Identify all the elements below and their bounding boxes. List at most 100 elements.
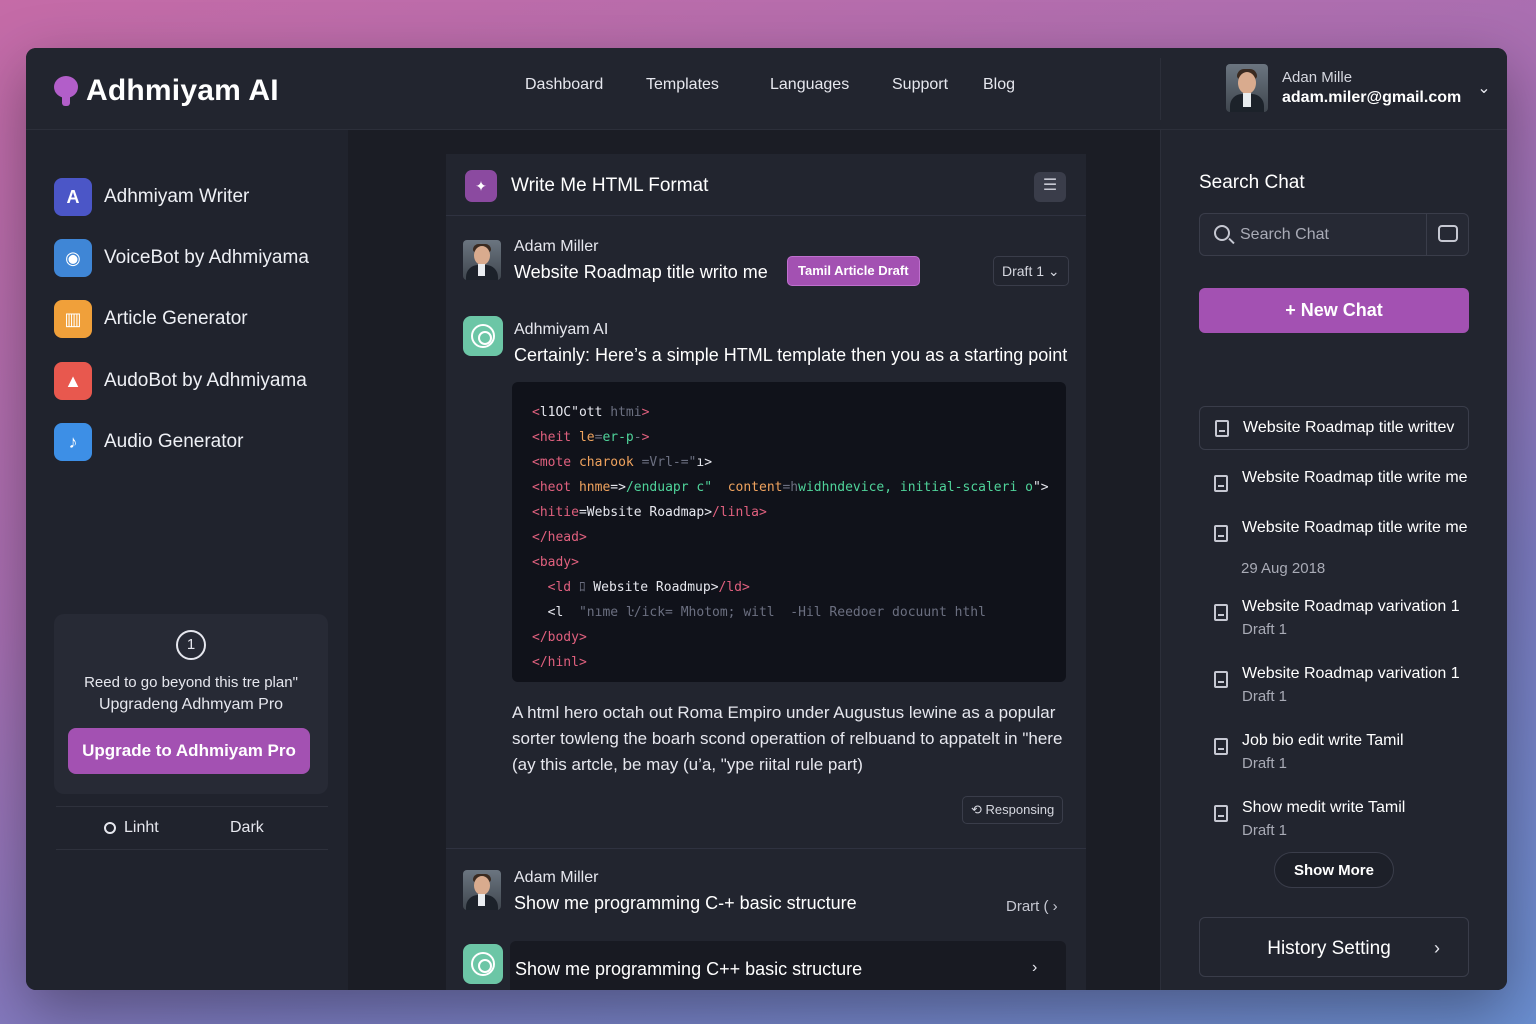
- divider: [446, 848, 1086, 849]
- tool-label: Article Generator: [104, 308, 248, 329]
- history-item[interactable]: Job bio edit write Tamil Draft 1: [1199, 732, 1469, 778]
- code-line: <bady>: [532, 550, 1046, 575]
- draft-selector[interactable]: Drart ( ›: [1006, 898, 1058, 915]
- theme-dark-option[interactable]: Dark: [230, 819, 264, 837]
- code-token: ﾛ: [578, 580, 594, 595]
- user-info: Adan Mille adam.miler@gmail.com: [1282, 69, 1461, 107]
- right-sidebar: Search Chat + New Chat Website Roadmap t…: [1160, 130, 1507, 990]
- code-token: =>: [610, 480, 626, 495]
- tool-voicebot[interactable]: ◉ VoiceBot by Adhmiyama: [54, 239, 309, 277]
- message-text: Website Roadmap title writo me: [514, 262, 768, 282]
- nav-templates[interactable]: Templates: [646, 76, 719, 94]
- tool-article-generator[interactable]: ▥ Article Generator: [54, 300, 248, 338]
- draft-tag[interactable]: Tamil Article Draft: [787, 256, 920, 286]
- tool-label: VoiceBot by Adhmiyama: [104, 247, 309, 268]
- code-token: -: [633, 430, 642, 445]
- history-item[interactable]: Website Roadmap title writtev: [1199, 406, 1469, 450]
- code-line: <l "nıme ŀ/ick= Mhotom; witl -Hil Reedoe…: [532, 600, 1046, 625]
- upgrade-text-line2: Upgradeng Adhmyam Pro: [98, 696, 284, 713]
- chat-bubble-icon[interactable]: [1438, 225, 1458, 242]
- history-item[interactable]: Website Roadmap varivation 1 Draft 1: [1199, 598, 1469, 644]
- user-avatar: [1226, 64, 1268, 112]
- history-subtitle: Draft 1: [1242, 621, 1288, 638]
- brand-name: Adhmiyam AI: [86, 74, 279, 107]
- suggested-prompt[interactable]: Show me programming C++ basic structure …: [510, 941, 1066, 990]
- history-item[interactable]: Show medit write Tamil Draft 1: [1199, 799, 1469, 845]
- message-author: Adam Miller: [514, 869, 599, 886]
- tool-audobot[interactable]: ▲ AudoBot by Adhmiyama: [54, 362, 307, 400]
- tool-label: AudoBot by Adhmiyama: [104, 370, 307, 391]
- code-block[interactable]: <l1OC"ott htmi> <heit le=er-p-> <mote char…: [512, 382, 1066, 682]
- code-line: <hitie=Website Roadmap>/linla>: [532, 500, 1046, 525]
- nav-support[interactable]: Support: [892, 76, 948, 94]
- code-token: content: [727, 480, 783, 495]
- history-setting-button[interactable]: History Setting ›: [1199, 917, 1469, 977]
- sun-icon: [104, 822, 116, 834]
- nav-languages[interactable]: Languages: [770, 76, 849, 94]
- history-item[interactable]: Website Roadmap varivation 1 Draft 1: [1199, 665, 1469, 711]
- nav-blog[interactable]: Blog: [983, 76, 1015, 94]
- show-more-button[interactable]: Show More: [1274, 852, 1394, 888]
- code-token: =Vrl-=": [641, 455, 697, 470]
- topbar-divider: [1160, 58, 1161, 120]
- upgrade-button[interactable]: Upgrade to Adhmiyam Pro: [68, 728, 310, 774]
- code-token: <bady>: [532, 555, 579, 570]
- brand-logo[interactable]: Adhmiyam AI: [54, 74, 279, 108]
- suggested-prompt-text: Show me programming C++ basic structure: [515, 959, 863, 979]
- chevron-right-icon: ›: [1434, 938, 1440, 958]
- code-line: <l1OC"ott htmi>: [532, 400, 1046, 425]
- regenerate-icon: ⟲: [971, 802, 986, 817]
- code-token: <l: [532, 605, 579, 620]
- code-token: er-p: [602, 430, 634, 445]
- history-title: Website Roadmap title writtev: [1243, 419, 1455, 436]
- response-paragraph: A html hero octah out Roma Empiro under …: [512, 703, 1063, 774]
- history-title: Website Roadmap title write me: [1242, 469, 1468, 486]
- draft-selector[interactable]: Draft 1 ⌄: [993, 256, 1069, 286]
- app-window: Adhmiyam AI Dashboard Templates Language…: [26, 48, 1507, 990]
- code-token: =Website Roadmap>: [578, 505, 713, 520]
- tool-audio-generator[interactable]: ♪ Audio Generator: [54, 423, 243, 461]
- code-token: <: [532, 405, 540, 420]
- code-token: l1OC"ott: [539, 405, 611, 420]
- theme-light-option[interactable]: Linht: [104, 819, 159, 837]
- document-icon: [1214, 738, 1228, 755]
- new-chat-button[interactable]: + New Chat: [1199, 288, 1469, 333]
- history-title: Job bio edit write Tamil: [1242, 732, 1404, 749]
- code-token: =h: [782, 480, 799, 495]
- nav-dashboard[interactable]: Dashboard: [525, 76, 603, 94]
- code-token: </hinl>: [532, 655, 587, 670]
- chat-panel: ✦ Write Me HTML Format ☰ Adam Miller Web…: [446, 154, 1086, 990]
- user-avatar: [463, 870, 501, 910]
- code-token: htmi: [610, 405, 642, 420]
- theme-dark-label: Dark: [230, 819, 264, 836]
- code-token: </head>: [532, 530, 587, 545]
- history-item[interactable]: Website Roadmap title write me: [1199, 469, 1469, 499]
- message-author: Adhmiyam AI: [514, 321, 609, 338]
- code-token: ı>: [696, 455, 713, 470]
- history-title: Website Roadmap varivation 1: [1242, 665, 1460, 682]
- chevron-down-icon[interactable]: ⌄: [1477, 78, 1490, 98]
- history-subtitle: Draft 1: [1242, 755, 1288, 772]
- history-subtitle: Draft 1: [1242, 688, 1288, 705]
- history-item[interactable]: Website Roadmap title write me: [1199, 519, 1469, 549]
- search-icon: [1214, 225, 1230, 241]
- code-token: Website Roadmup>: [593, 580, 719, 595]
- menu-icon[interactable]: ☰: [1034, 172, 1066, 202]
- user-name: Adan Mille: [1282, 69, 1353, 86]
- code-token: /enduapr c": [625, 480, 728, 495]
- message-text: Show me programming C-+ basic structure: [514, 893, 857, 913]
- chat-bot-icon: ✦: [465, 170, 497, 202]
- code-line: </body>: [532, 625, 1046, 650]
- user-avatar: [463, 240, 501, 280]
- search-input[interactable]: [1240, 222, 1420, 248]
- search-chat-title: Search Chat: [1199, 172, 1305, 193]
- user-menu[interactable]: Adan Mille adam.miler@gmail.com ⌄: [1226, 64, 1491, 112]
- audio-icon: ♪: [54, 423, 92, 461]
- audobot-icon: ▲: [54, 362, 92, 400]
- code-token: widhndevice, initial-scaleri o: [798, 480, 1033, 495]
- history-date-label: 29 Aug 2018: [1241, 560, 1326, 577]
- tool-adhmiyam-writer[interactable]: A Adhmiyam Writer: [54, 178, 249, 216]
- left-sidebar: A Adhmiyam Writer ◉ VoiceBot by Adhmiyam…: [26, 130, 348, 990]
- responding-button[interactable]: ⟲ Responsing: [962, 796, 1064, 824]
